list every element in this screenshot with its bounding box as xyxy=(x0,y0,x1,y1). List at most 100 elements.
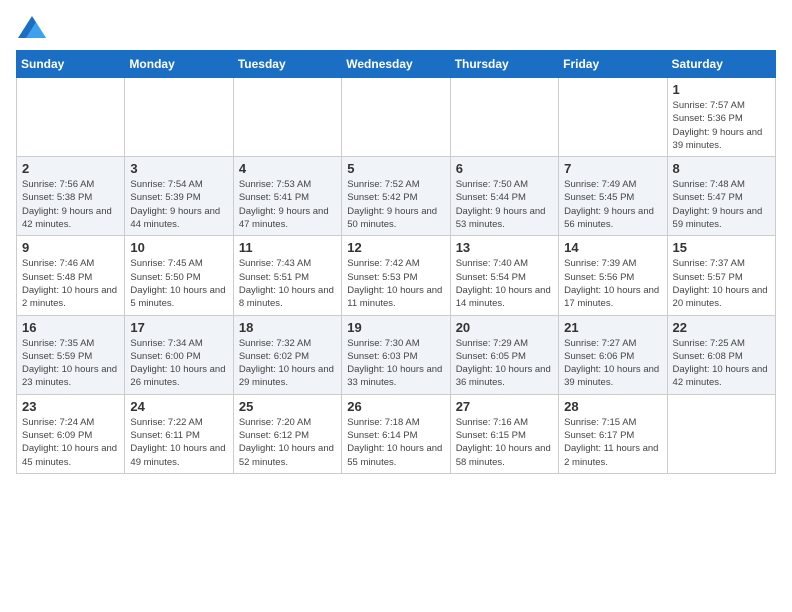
calendar-cell: 6Sunrise: 7:50 AM Sunset: 5:44 PM Daylig… xyxy=(450,157,558,236)
calendar-cell: 28 Sunrise: 7:15 AM Sunset: 6:17 PM Dayli… xyxy=(559,394,667,473)
day-info: Sunrise: 7:42 AM Sunset: 5:53 PM Dayligh… xyxy=(347,257,444,310)
day-number: 8 xyxy=(673,161,770,176)
day-number: 9 xyxy=(22,240,119,255)
calendar-cell: 8 Sunrise: 7:48 AM Sunset: 5:47 PM Daylig… xyxy=(667,157,775,236)
day-info: Sunrise: 7:34 AM Sunset: 6:00 PM Dayligh… xyxy=(130,337,227,390)
weekday-header-friday: Friday xyxy=(559,51,667,78)
calendar-cell: 10 Sunrise: 7:45 AM Sunset: 5:50 PM Dayli… xyxy=(125,236,233,315)
calendar-cell: 24 Sunrise: 7:22 AM Sunset: 6:11 PM Dayli… xyxy=(125,394,233,473)
day-number: 21 xyxy=(564,320,661,335)
weekday-header-thursday: Thursday xyxy=(450,51,558,78)
weekday-header-monday: Monday xyxy=(125,51,233,78)
week-row-2: 2 Sunrise: 7:56 AM Sunset: 5:38 PM Daylig… xyxy=(17,157,776,236)
day-number: 27 xyxy=(456,399,553,414)
day-info: Sunrise: 7:53 AM Sunset: 5:41 PM Dayligh… xyxy=(239,178,336,231)
calendar-cell: 26 Sunrise: 7:18 AM Sunset: 6:14 PM Dayli… xyxy=(342,394,450,473)
day-info: Sunrise: 7:49 AM Sunset: 5:45 PM Dayligh… xyxy=(564,178,661,231)
day-info: Sunrise: 7:39 AM Sunset: 5:56 PM Dayligh… xyxy=(564,257,661,310)
calendar-cell: 13 Sunrise: 7:40 AM Sunset: 5:54 PM Dayli… xyxy=(450,236,558,315)
calendar: SundayMondayTuesdayWednesdayThursdayFrid… xyxy=(16,50,776,474)
day-number: 15 xyxy=(673,240,770,255)
week-row-3: 9 Sunrise: 7:46 AM Sunset: 5:48 PM Daylig… xyxy=(17,236,776,315)
day-info: Sunrise: 7:46 AM Sunset: 5:48 PM Dayligh… xyxy=(22,257,119,310)
calendar-cell: 15 Sunrise: 7:37 AM Sunset: 5:57 PM Dayli… xyxy=(667,236,775,315)
calendar-cell: 4 Sunrise: 7:53 AM Sunset: 5:41 PM Daylig… xyxy=(233,157,341,236)
calendar-cell xyxy=(233,78,341,157)
weekday-header-wednesday: Wednesday xyxy=(342,51,450,78)
calendar-cell: 12Sunrise: 7:42 AM Sunset: 5:53 PM Dayli… xyxy=(342,236,450,315)
logo xyxy=(16,16,46,38)
calendar-cell xyxy=(342,78,450,157)
day-number: 17 xyxy=(130,320,227,335)
calendar-cell: 9 Sunrise: 7:46 AM Sunset: 5:48 PM Daylig… xyxy=(17,236,125,315)
calendar-cell xyxy=(450,78,558,157)
day-info: Sunrise: 7:22 AM Sunset: 6:11 PM Dayligh… xyxy=(130,416,227,469)
calendar-cell: 25 Sunrise: 7:20 AM Sunset: 6:12 PM Dayli… xyxy=(233,394,341,473)
day-info: Sunrise: 7:40 AM Sunset: 5:54 PM Dayligh… xyxy=(456,257,553,310)
day-number: 2 xyxy=(22,161,119,176)
calendar-cell: 18 Sunrise: 7:32 AM Sunset: 6:02 PM Dayli… xyxy=(233,315,341,394)
day-info: Sunrise: 7:18 AM Sunset: 6:14 PM Dayligh… xyxy=(347,416,444,469)
calendar-cell: 23 Sunrise: 7:24 AM Sunset: 6:09 PM Dayli… xyxy=(17,394,125,473)
logo-icon xyxy=(18,16,46,38)
calendar-cell: 11 Sunrise: 7:43 AM Sunset: 5:51 PM Dayli… xyxy=(233,236,341,315)
calendar-cell: 21 Sunrise: 7:27 AM Sunset: 6:06 PM Dayli… xyxy=(559,315,667,394)
day-info: Sunrise: 7:25 AM Sunset: 6:08 PM Dayligh… xyxy=(673,337,770,390)
day-info: Sunrise: 7:30 AM Sunset: 6:03 PM Dayligh… xyxy=(347,337,444,390)
day-info: Sunrise: 7:50 AM Sunset: 5:44 PM Dayligh… xyxy=(456,178,553,231)
calendar-cell xyxy=(125,78,233,157)
day-number: 11 xyxy=(239,240,336,255)
day-info: Sunrise: 7:27 AM Sunset: 6:06 PM Dayligh… xyxy=(564,337,661,390)
day-info: Sunrise: 7:32 AM Sunset: 6:02 PM Dayligh… xyxy=(239,337,336,390)
calendar-cell: 2 Sunrise: 7:56 AM Sunset: 5:38 PM Daylig… xyxy=(17,157,125,236)
calendar-cell xyxy=(667,394,775,473)
day-number: 24 xyxy=(130,399,227,414)
calendar-cell: 14Sunrise: 7:39 AM Sunset: 5:56 PM Dayli… xyxy=(559,236,667,315)
week-row-4: 16 Sunrise: 7:35 AM Sunset: 5:59 PM Dayli… xyxy=(17,315,776,394)
calendar-cell: 7Sunrise: 7:49 AM Sunset: 5:45 PM Daylig… xyxy=(559,157,667,236)
calendar-cell: 16 Sunrise: 7:35 AM Sunset: 5:59 PM Dayli… xyxy=(17,315,125,394)
day-number: 5 xyxy=(347,161,444,176)
day-info: Sunrise: 7:45 AM Sunset: 5:50 PM Dayligh… xyxy=(130,257,227,310)
day-info: Sunrise: 7:24 AM Sunset: 6:09 PM Dayligh… xyxy=(22,416,119,469)
calendar-cell: 19 Sunrise: 7:30 AM Sunset: 6:03 PM Dayli… xyxy=(342,315,450,394)
calendar-cell: 27 Sunrise: 7:16 AM Sunset: 6:15 PM Dayli… xyxy=(450,394,558,473)
day-info: Sunrise: 7:48 AM Sunset: 5:47 PM Dayligh… xyxy=(673,178,770,231)
week-row-5: 23 Sunrise: 7:24 AM Sunset: 6:09 PM Dayli… xyxy=(17,394,776,473)
weekday-header-tuesday: Tuesday xyxy=(233,51,341,78)
day-info: Sunrise: 7:52 AM Sunset: 5:42 PM Dayligh… xyxy=(347,178,444,231)
day-info: Sunrise: 7:20 AM Sunset: 6:12 PM Dayligh… xyxy=(239,416,336,469)
day-number: 23 xyxy=(22,399,119,414)
day-number: 3 xyxy=(130,161,227,176)
day-info: Sunrise: 7:54 AM Sunset: 5:39 PM Dayligh… xyxy=(130,178,227,231)
calendar-cell: 3 Sunrise: 7:54 AM Sunset: 5:39 PM Daylig… xyxy=(125,157,233,236)
day-number: 26 xyxy=(347,399,444,414)
weekday-header-saturday: Saturday xyxy=(667,51,775,78)
calendar-cell: 1 Sunrise: 7:57 AM Sunset: 5:36 PM Daylig… xyxy=(667,78,775,157)
day-info: Sunrise: 7:37 AM Sunset: 5:57 PM Dayligh… xyxy=(673,257,770,310)
day-number: 16 xyxy=(22,320,119,335)
day-number: 25 xyxy=(239,399,336,414)
weekday-header-sunday: Sunday xyxy=(17,51,125,78)
day-info: Sunrise: 7:35 AM Sunset: 5:59 PM Dayligh… xyxy=(22,337,119,390)
day-number: 10 xyxy=(130,240,227,255)
day-number: 4 xyxy=(239,161,336,176)
calendar-cell xyxy=(559,78,667,157)
day-info: Sunrise: 7:16 AM Sunset: 6:15 PM Dayligh… xyxy=(456,416,553,469)
day-number: 18 xyxy=(239,320,336,335)
day-number: 1 xyxy=(673,82,770,97)
day-info: Sunrise: 7:29 AM Sunset: 6:05 PM Dayligh… xyxy=(456,337,553,390)
day-number: 13 xyxy=(456,240,553,255)
day-info: Sunrise: 7:57 AM Sunset: 5:36 PM Dayligh… xyxy=(673,99,770,152)
day-info: Sunrise: 7:15 AM Sunset: 6:17 PM Dayligh… xyxy=(564,416,661,469)
day-number: 22 xyxy=(673,320,770,335)
calendar-cell: 22 Sunrise: 7:25 AM Sunset: 6:08 PM Dayli… xyxy=(667,315,775,394)
calendar-cell: 5 Sunrise: 7:52 AM Sunset: 5:42 PM Daylig… xyxy=(342,157,450,236)
page-header xyxy=(16,16,776,38)
day-number: 28 xyxy=(564,399,661,414)
week-row-1: 1 Sunrise: 7:57 AM Sunset: 5:36 PM Daylig… xyxy=(17,78,776,157)
calendar-cell xyxy=(17,78,125,157)
day-number: 19 xyxy=(347,320,444,335)
day-info: Sunrise: 7:56 AM Sunset: 5:38 PM Dayligh… xyxy=(22,178,119,231)
day-info: Sunrise: 7:43 AM Sunset: 5:51 PM Dayligh… xyxy=(239,257,336,310)
